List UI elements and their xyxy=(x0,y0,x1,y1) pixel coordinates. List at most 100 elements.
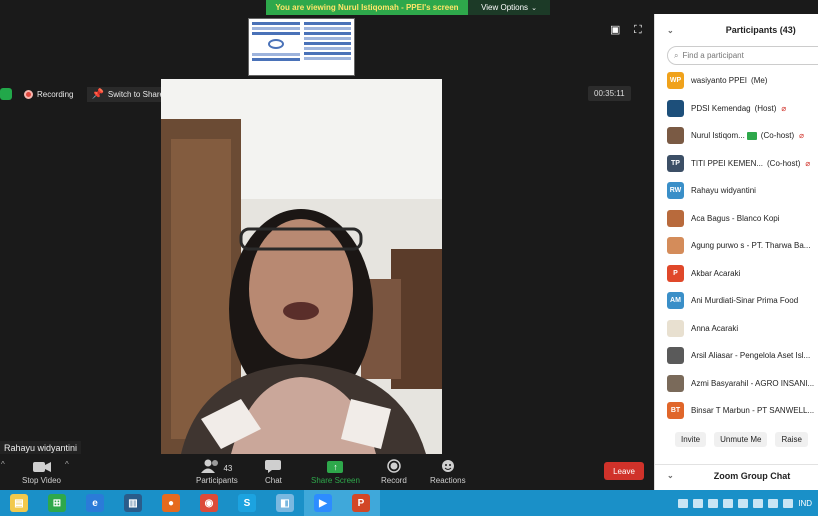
taskbar-chrome-button[interactable]: ◉ xyxy=(190,490,228,516)
taskbar-paint-button[interactable]: ◧ xyxy=(266,490,304,516)
store-icon: ⊞ xyxy=(48,494,66,512)
muted-mic-icon: ⌀ xyxy=(805,158,811,168)
record-button[interactable]: Record xyxy=(381,457,407,485)
participants-title: Participants (43) xyxy=(725,25,796,35)
internet-explorer-icon: e xyxy=(86,494,104,512)
participant-row[interactable]: TP TITI PPEI KEMEN... (Co-host) ⌀ xyxy=(655,150,818,178)
panel-action-button[interactable]: Unmute Me xyxy=(714,432,768,447)
chrome-icon: ◉ xyxy=(200,494,218,512)
thumb-line xyxy=(303,22,351,25)
avatar xyxy=(667,374,684,392)
participant-row[interactable]: Arsil Aliasar - Pengelola Aset Isl... xyxy=(655,342,818,370)
participants-icon: 43 xyxy=(201,457,232,473)
fullscreen-icon[interactable]: ⛶ xyxy=(634,24,646,36)
participant-role: (Me) xyxy=(751,76,768,86)
thumb-line xyxy=(303,52,351,55)
video-options-caret[interactable]: ^ xyxy=(65,460,69,469)
windows-taskbar: ▤ ⊞ e ▥ ● ◉ S ◧ ▶ P IND xyxy=(0,490,818,516)
participant-name: Azmi Basyarahil - AGRO INSANI... xyxy=(691,378,815,388)
screen-share-banner: You are viewing Nurul Istiqomah - PPEI's… xyxy=(266,0,550,15)
shared-screen-thumbnail[interactable] xyxy=(248,18,355,76)
battery-icon[interactable] xyxy=(723,498,734,508)
volume-icon[interactable] xyxy=(693,498,704,508)
collapse-chevron-icon[interactable]: ⌄ xyxy=(667,471,674,480)
taskbar-zoom-button[interactable]: ▶ xyxy=(304,490,342,516)
avatar: TP xyxy=(667,154,684,172)
taskbar-skype-button[interactable]: S xyxy=(228,490,266,516)
participant-actions: Invite Unmute Me Raise xyxy=(655,432,818,447)
layout-icon[interactable]: ▣ xyxy=(610,24,622,36)
participant-role: (Co-host) xyxy=(760,131,795,141)
reactions-label: Reactions xyxy=(430,476,466,485)
language-indicator[interactable]: IND xyxy=(798,499,812,508)
chat-label: Chat xyxy=(265,476,282,485)
group-chat-header[interactable]: ⌄ Zoom Group Chat xyxy=(655,464,818,486)
thumb-line xyxy=(252,53,300,56)
thumb-line xyxy=(252,22,300,25)
leave-button[interactable]: Leave xyxy=(604,462,644,480)
participants-button[interactable]: 43 Participants xyxy=(196,457,238,485)
taskbar-notes-button[interactable]: ▥ xyxy=(114,490,152,516)
app-tray-icon[interactable] xyxy=(768,498,779,508)
record-icon xyxy=(387,457,401,473)
app-tray-icon[interactable] xyxy=(753,498,764,508)
video-on-icon xyxy=(746,131,757,140)
participant-row[interactable]: Nurul Istiqom... (Co-host) ⌀ xyxy=(655,122,818,150)
participant-row[interactable]: Aca Bagus - Blanco Kopi xyxy=(655,205,818,233)
participant-row[interactable]: RW Rahayu widyantini xyxy=(655,177,818,205)
participant-role: (Host) xyxy=(754,103,777,113)
participant-row[interactable]: Agung purwo s - PT. Tharwa Ba... xyxy=(655,232,818,260)
taskbar-file-explorer-button[interactable]: ▤ xyxy=(0,490,38,516)
group-chat-title: Zoom Group Chat xyxy=(713,470,791,481)
panel-action-button[interactable]: Invite xyxy=(675,432,707,447)
search-icon: ⌕ xyxy=(674,50,679,60)
participants-panel: ⌄ Participants (43) ⌕ WP wasiyanto PPEI(M… xyxy=(654,14,818,490)
participant-row[interactable]: P Akbar Acaraki xyxy=(655,260,818,288)
participant-name: Nurul Istiqom... xyxy=(691,131,745,141)
thumb-line xyxy=(303,37,351,40)
speaker-video[interactable] xyxy=(161,79,442,454)
participant-row[interactable]: BT Binsar T Marbun - PT SANWELL... xyxy=(655,397,818,425)
participant-row[interactable]: Anna Acaraki xyxy=(655,315,818,343)
app-tray-icon[interactable] xyxy=(783,498,794,508)
muted-mic-icon: ⌀ xyxy=(781,103,787,113)
network-icon[interactable] xyxy=(708,498,719,508)
avatar xyxy=(667,347,684,365)
participant-search[interactable]: ⌕ xyxy=(667,46,818,65)
shield-icon[interactable] xyxy=(0,88,12,100)
powerpoint-icon: P xyxy=(352,494,370,512)
record-label: Record xyxy=(381,476,407,485)
main-video-area: You are viewing Nurul Istiqomah - PPEI's… xyxy=(0,0,654,490)
avatar: WP xyxy=(667,72,684,90)
participant-name: Anna Acaraki xyxy=(691,323,739,333)
avatar xyxy=(667,209,684,227)
participants-header: ⌄ Participants (43) xyxy=(655,14,818,46)
taskbar-powerpoint-button[interactable]: P xyxy=(342,490,380,516)
recording-label: Recording xyxy=(37,89,74,99)
view-options-label: View Options xyxy=(481,3,529,12)
file-explorer-icon: ▤ xyxy=(10,494,28,512)
view-options-button[interactable]: View Options ⌄ xyxy=(468,0,550,15)
chat-button[interactable]: Chat xyxy=(265,457,282,485)
stop-video-label: Stop Video xyxy=(22,476,61,485)
participant-row[interactable]: WP wasiyanto PPEI (Me) xyxy=(655,67,818,95)
stop-video-button[interactable]: Stop Video xyxy=(22,457,61,485)
participant-row[interactable]: Azmi Basyarahil - AGRO INSANI... xyxy=(655,370,818,398)
video-camera-icon xyxy=(32,457,51,473)
reactions-button[interactable]: Reactions xyxy=(430,457,466,485)
taskbar-firefox-button[interactable]: ● xyxy=(152,490,190,516)
taskbar-store-button[interactable]: ⊞ xyxy=(38,490,76,516)
search-input[interactable] xyxy=(682,51,813,60)
panel-action-button[interactable]: Raise xyxy=(775,432,808,447)
taskbar-internet-explorer-button[interactable]: e xyxy=(76,490,114,516)
collapse-chevron-icon[interactable]: ⌄ xyxy=(667,26,674,35)
audio-options-caret[interactable]: ^ xyxy=(1,460,5,469)
share-screen-button[interactable]: ↑ Share Screen xyxy=(311,457,360,485)
thumbnail-left-column xyxy=(252,22,300,72)
participant-row[interactable]: PDSI Kemendag (Host) ⌀ xyxy=(655,95,818,123)
display-icon[interactable] xyxy=(738,498,749,508)
avatar xyxy=(667,237,684,255)
show-hidden-icon[interactable] xyxy=(678,498,689,508)
recording-icon xyxy=(24,89,33,99)
participant-row[interactable]: AM Ani Murdiati-Sinar Prima Food xyxy=(655,287,818,315)
